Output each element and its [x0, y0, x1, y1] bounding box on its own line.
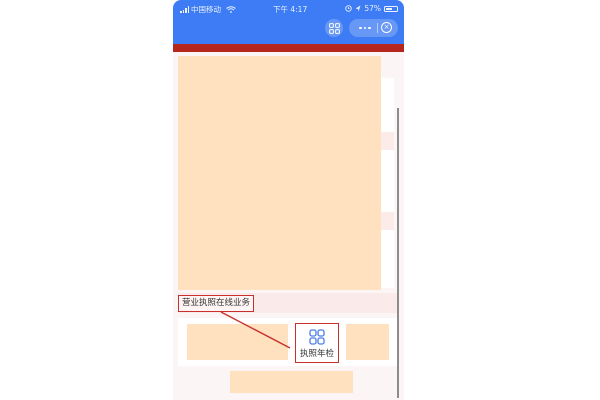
side-panel-divider: [381, 212, 394, 230]
scrollbar[interactable]: [397, 108, 399, 398]
location-icon: [355, 5, 361, 12]
page-content: 营业执照在线业务 执照年检: [173, 52, 404, 400]
scan-button[interactable]: [325, 19, 343, 37]
grid-item-placeholder: [346, 324, 389, 360]
service-grid: 执照年检: [178, 318, 397, 366]
carrier-label: 中国移动: [191, 5, 221, 14]
screenshot-stage: 中国移动 下午 4:17 57% × 营业执照在线业务 执照年检: [0, 0, 600, 400]
close-circle-icon[interactable]: ×: [381, 22, 392, 33]
side-panel: [381, 78, 394, 288]
status-right: 57%: [345, 4, 398, 13]
four-squares-icon: [309, 328, 325, 345]
status-time: 下午 4:17: [273, 5, 308, 14]
grid-item-placeholder: [187, 324, 288, 360]
status-bar: 中国移动 下午 4:17 57%: [173, 0, 404, 16]
annual-inspection-label: 执照年检: [299, 348, 334, 359]
more-dots-icon[interactable]: [355, 21, 375, 35]
section-title: 营业执照在线业务: [178, 295, 255, 312]
miniprogram-capsule: ×: [349, 19, 398, 37]
bottom-placeholder: [230, 371, 353, 393]
banner-red-strip: [173, 44, 404, 52]
status-left: 中国移动: [180, 4, 236, 15]
annual-inspection-button[interactable]: 执照年检: [295, 323, 339, 363]
app-header: 中国移动 下午 4:17 57% ×: [173, 0, 404, 44]
alarm-icon: [345, 5, 353, 12]
capsule-divider: [377, 23, 378, 33]
grid-scan-icon: [328, 22, 340, 34]
side-panel-divider: [381, 132, 394, 150]
signal-icon: [180, 6, 189, 13]
battery-icon: [384, 5, 398, 12]
wifi-icon: [226, 6, 236, 13]
phone-screen: 中国移动 下午 4:17 57% × 营业执照在线业务 执照年检: [173, 0, 404, 400]
battery-percent: 57%: [364, 4, 381, 13]
banner-placeholder: [178, 56, 381, 290]
